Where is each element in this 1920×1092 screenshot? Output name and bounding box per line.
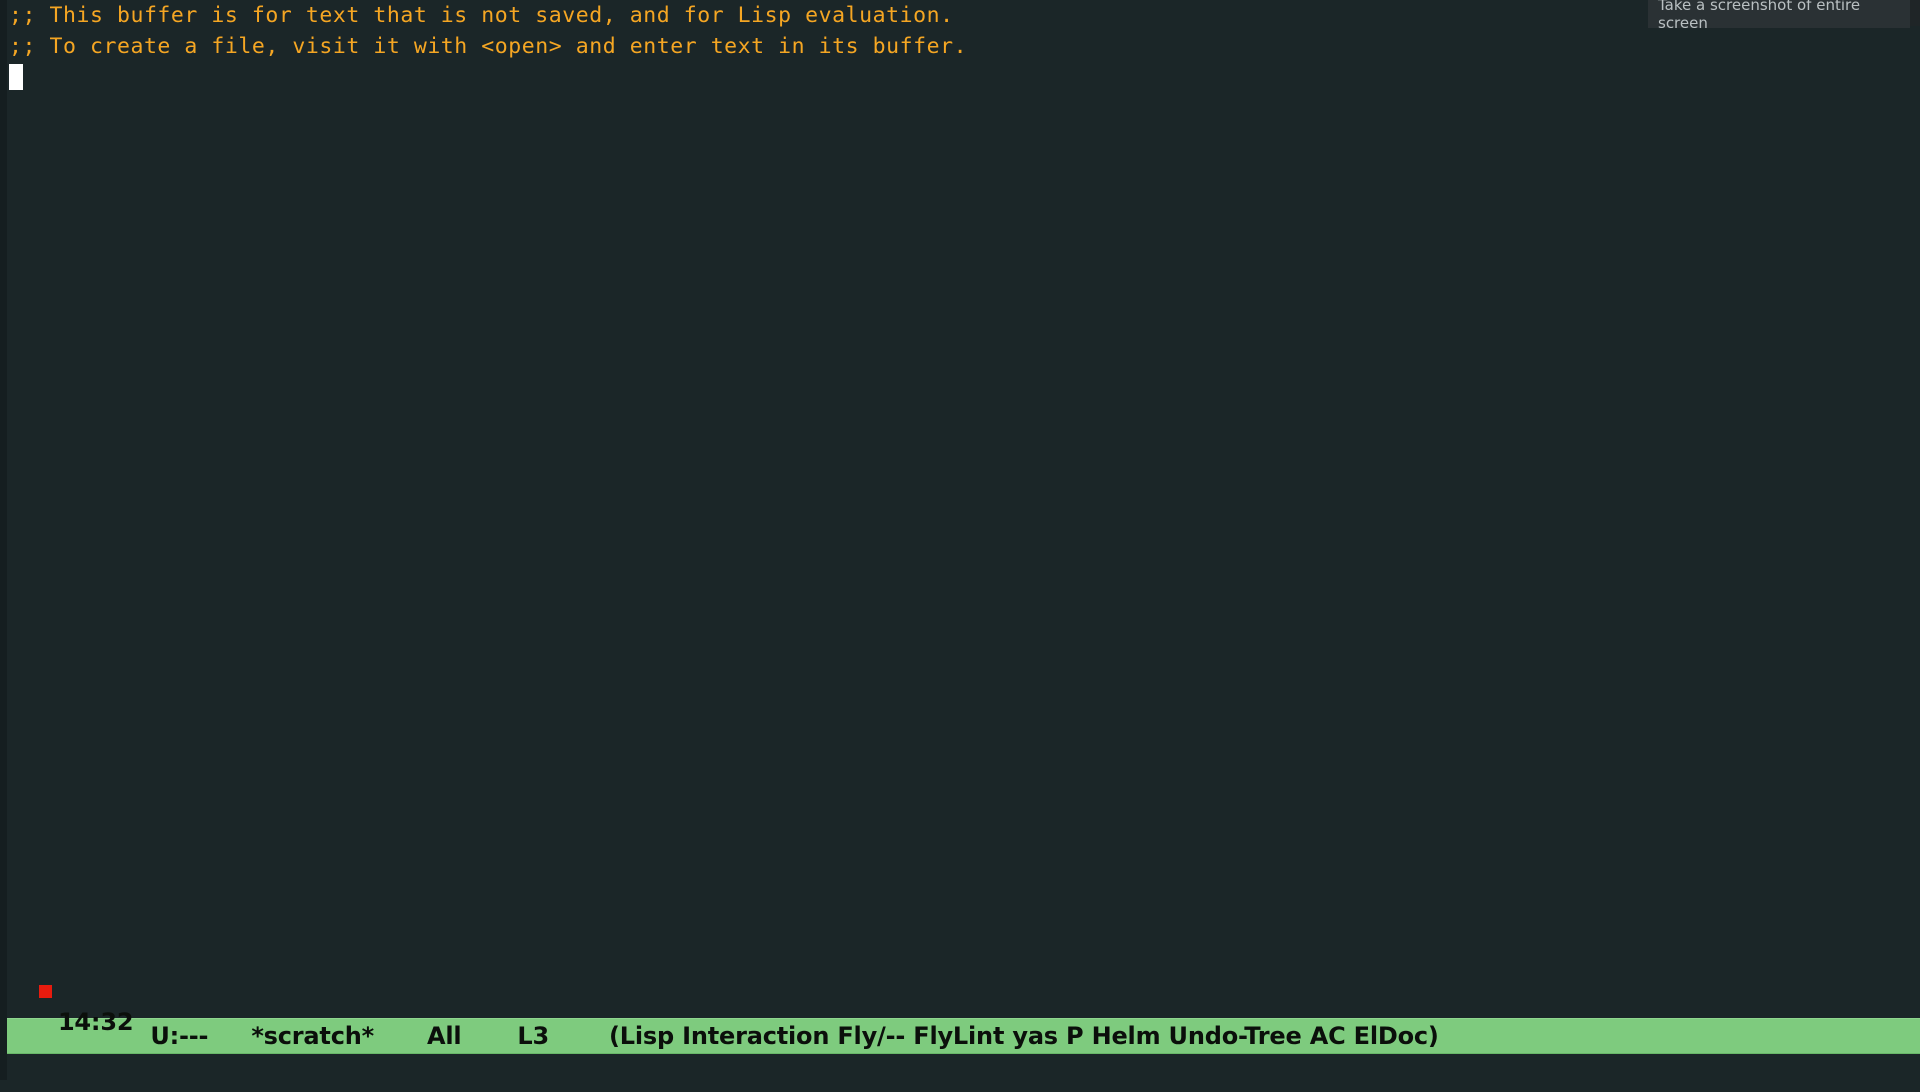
- mode-line-buffer-name[interactable]: *scratch*: [251, 1022, 374, 1050]
- buffer-line-2: ;; To create a file, visit it with <open…: [9, 34, 968, 59]
- text-cursor: [9, 64, 23, 90]
- minibuffer-echo-area[interactable]: [0, 1054, 1920, 1080]
- mode-line-encoding[interactable]: U:---: [150, 1022, 208, 1050]
- buffer-line-3: [7, 62, 1920, 93]
- mode-line-modes[interactable]: (Lisp Interaction Fly/-- FlyLint yas P H…: [609, 1022, 1439, 1050]
- mode-line[interactable]: 14:32 U:--- *scratch* All L3 (Lisp Inter…: [0, 985, 1920, 1054]
- scratch-buffer[interactable]: ;; This buffer is for text that is not s…: [0, 0, 1920, 1018]
- screenshot-tooltip: Take a screenshot of entire screen: [1648, 0, 1910, 32]
- tooltip-edge-shadow: [1910, 0, 1920, 26]
- left-window-fringe: [0, 0, 7, 1080]
- tooltip-label: Take a screenshot of entire screen: [1658, 0, 1861, 32]
- mode-line-position[interactable]: All: [427, 1022, 462, 1050]
- mail-indicator-icon[interactable]: [39, 985, 52, 998]
- clock-text: 14:32: [57, 1008, 134, 1036]
- emacs-frame: ;; This buffer is for text that is not s…: [0, 0, 1920, 1080]
- mode-line-line-number[interactable]: L3: [517, 1022, 549, 1050]
- buffer-line-1: ;; This buffer is for text that is not s…: [9, 3, 954, 28]
